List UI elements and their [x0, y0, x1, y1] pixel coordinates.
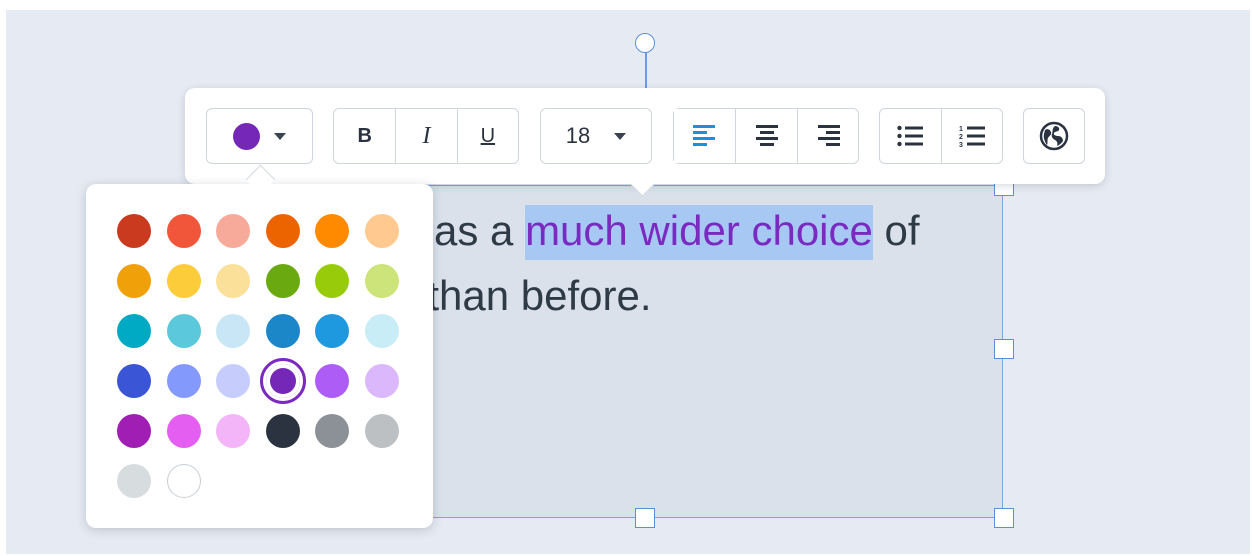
align-right-icon	[817, 125, 840, 146]
list-group: 1 2 3	[879, 108, 1003, 164]
link-button[interactable]	[1024, 109, 1084, 163]
color-swatch[interactable]	[216, 314, 250, 348]
text-line-1-prefix: as a	[434, 207, 526, 254]
italic-label: I	[422, 122, 431, 149]
numbered-list-button[interactable]: 1 2 3	[940, 109, 1002, 163]
color-swatch[interactable]	[265, 414, 300, 448]
rotate-line	[645, 53, 647, 93]
color-swatch[interactable]	[315, 214, 349, 248]
color-swatch[interactable]	[315, 264, 349, 298]
bold-button[interactable]: B	[334, 109, 395, 163]
color-swatch[interactable]	[364, 364, 399, 398]
align-center-button[interactable]	[735, 109, 796, 163]
svg-text:1: 1	[959, 126, 963, 133]
current-color-swatch	[233, 122, 260, 150]
bullet-list-button[interactable]	[880, 109, 941, 163]
color-swatch[interactable]	[216, 364, 250, 398]
color-swatch[interactable]	[117, 414, 151, 448]
color-swatch[interactable]	[265, 214, 300, 248]
alignment-group	[673, 108, 859, 164]
align-left-icon	[692, 125, 715, 146]
numbered-list-icon: 1 2 3	[959, 126, 985, 148]
color-swatch[interactable]	[166, 214, 201, 248]
color-swatch[interactable]	[216, 214, 250, 248]
underline-label: U	[480, 124, 496, 147]
font-size-group: 18	[540, 108, 652, 164]
color-swatch[interactable]	[315, 364, 349, 398]
color-swatch[interactable]	[166, 464, 201, 498]
globe-link-icon	[1039, 121, 1069, 151]
color-swatch[interactable]	[117, 464, 151, 498]
font-size-dropdown[interactable]: 18	[541, 109, 651, 163]
color-swatch[interactable]	[166, 264, 201, 298]
chevron-down-icon	[614, 132, 627, 140]
color-swatch[interactable]	[364, 214, 399, 248]
align-left-button[interactable]	[674, 109, 736, 163]
color-swatch[interactable]	[315, 414, 349, 448]
color-swatch[interactable]	[166, 364, 201, 398]
color-swatch[interactable]	[364, 414, 399, 448]
resize-handle-bottom-right[interactable]	[994, 508, 1014, 528]
color-swatch[interactable]	[364, 264, 399, 298]
text-line-1[interactable]: as a much wider choice of	[434, 201, 920, 261]
color-swatch[interactable]	[265, 314, 300, 348]
chevron-down-icon	[274, 132, 286, 140]
resize-handle-right[interactable]	[994, 339, 1014, 359]
color-swatch[interactable]	[117, 264, 151, 298]
rotate-handle[interactable]	[635, 33, 655, 53]
color-swatch[interactable]	[216, 264, 250, 298]
text-color-button[interactable]	[207, 109, 312, 163]
color-swatch[interactable]	[364, 314, 399, 348]
color-swatch[interactable]	[216, 414, 250, 448]
align-right-button[interactable]	[796, 109, 858, 163]
text-line-2[interactable]: . than before.	[404, 266, 652, 326]
resize-handle-bottom[interactable]	[635, 508, 655, 528]
text-line-1-suffix: of	[872, 207, 920, 254]
color-swatch[interactable]	[166, 414, 201, 448]
color-swatch[interactable]	[166, 314, 201, 348]
svg-text:2: 2	[959, 134, 963, 141]
text-style-group: B I U	[333, 108, 519, 164]
color-swatch[interactable]	[315, 314, 349, 348]
font-size-value: 18	[565, 123, 591, 148]
bold-label: B	[357, 124, 372, 147]
align-center-icon	[755, 125, 778, 146]
color-swatch[interactable]	[117, 364, 151, 398]
link-group	[1023, 108, 1085, 164]
underline-button[interactable]: U	[456, 109, 518, 163]
color-swatch[interactable]	[117, 214, 151, 248]
color-swatch[interactable]	[259, 358, 306, 404]
bullet-list-icon	[897, 125, 924, 147]
color-swatch[interactable]	[265, 264, 300, 298]
italic-button[interactable]: I	[395, 109, 456, 163]
selected-text[interactable]: much wider choice	[525, 205, 873, 260]
color-swatch[interactable]	[117, 314, 151, 348]
svg-text:3: 3	[959, 142, 963, 148]
text-color-group	[206, 108, 313, 164]
